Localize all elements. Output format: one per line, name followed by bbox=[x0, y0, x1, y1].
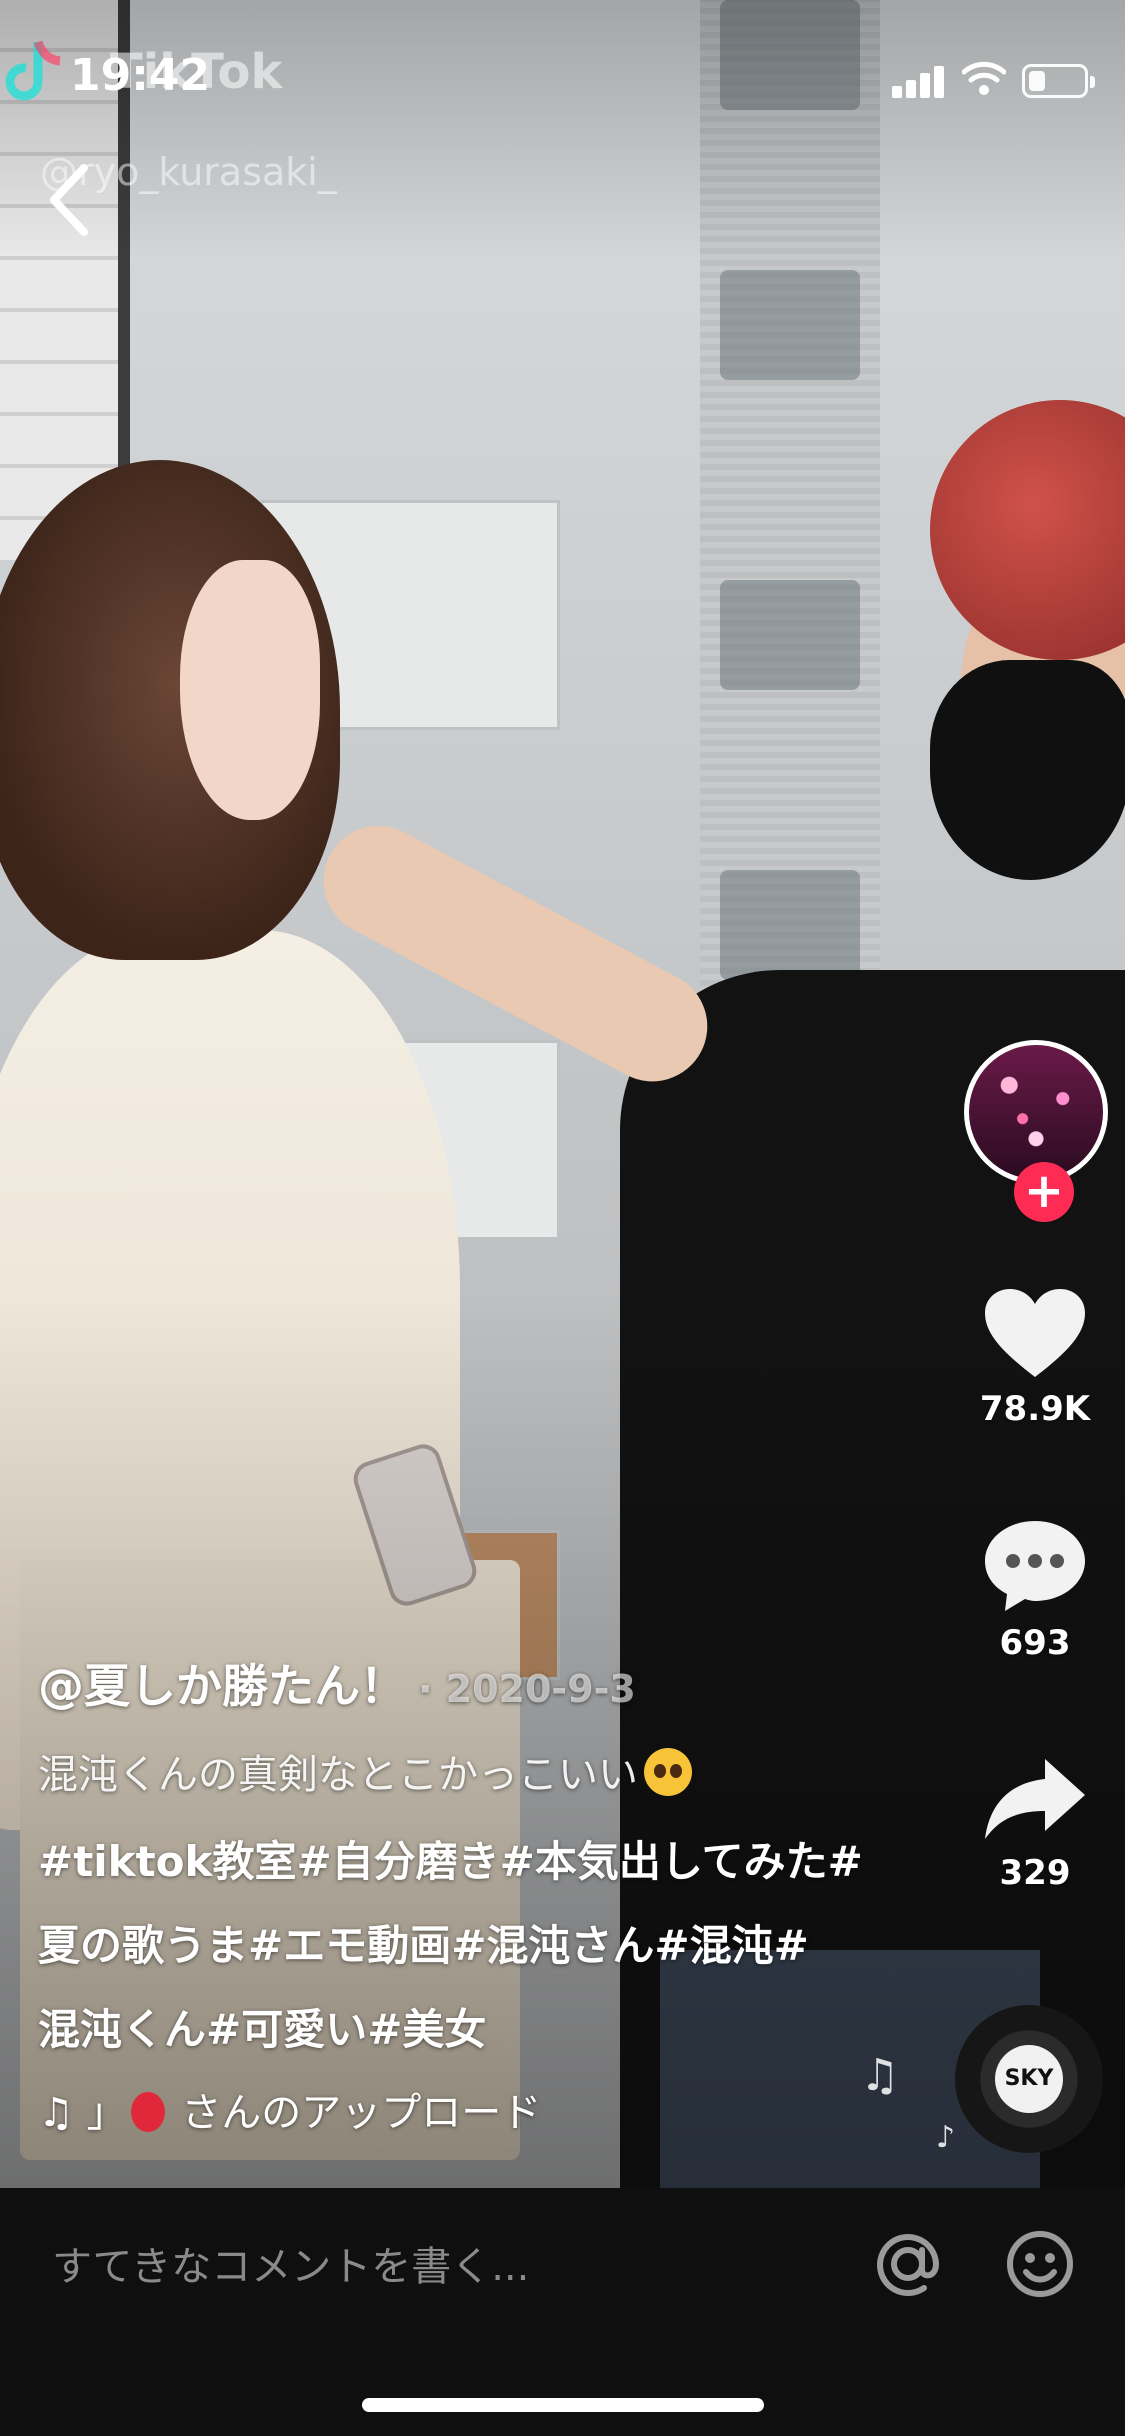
emoji-smiley-icon[interactable] bbox=[1004, 2228, 1076, 2300]
description-text: 混沌くんの真剣なとこかっこいい bbox=[38, 1752, 638, 1798]
disc-label: SKY bbox=[995, 2045, 1063, 2113]
woman-face bbox=[180, 560, 320, 820]
follow-button[interactable]: + bbox=[1014, 1162, 1074, 1222]
sign-glyph bbox=[720, 870, 860, 980]
battery-icon bbox=[1022, 64, 1095, 98]
comment-count: 693 bbox=[999, 1623, 1071, 1663]
music-attribution[interactable]: ♫ 」 さんのアップロード bbox=[38, 2080, 898, 2138]
hashtag-block[interactable]: #tiktok教室#自分磨き#本気出してみた# 夏の歌うま#エモ動画#混沌さん#… bbox=[38, 1820, 898, 2072]
face-mask bbox=[930, 660, 1125, 880]
status-bar: 19:42 bbox=[0, 0, 1125, 140]
comment-bubble-icon bbox=[985, 1521, 1085, 1611]
mention-at-icon[interactable] bbox=[872, 2228, 944, 2300]
share-arrow-icon bbox=[985, 1759, 1085, 1839]
sign-glyph bbox=[720, 580, 860, 690]
video-description: 混沌くんの真剣なとこかっこいい bbox=[38, 1742, 898, 1800]
post-date: · 2020-9-3 bbox=[418, 1667, 636, 1711]
home-indicator[interactable] bbox=[362, 2398, 764, 2412]
heart-icon bbox=[985, 1289, 1085, 1377]
sign-glyph bbox=[720, 270, 860, 380]
share-button[interactable]: 329 bbox=[950, 1755, 1120, 1893]
music-text: さんのアップロード bbox=[181, 2090, 542, 2136]
wifi-icon bbox=[962, 61, 1006, 95]
hashtag-line[interactable]: 混沌くん#可愛い#美女 bbox=[38, 1988, 898, 2072]
status-time: 19:42 bbox=[70, 50, 211, 101]
hashtag-line[interactable]: #tiktok教室#自分磨き#本気出してみた# bbox=[38, 1820, 898, 1904]
floating-music-note-icon: ♪ bbox=[936, 2120, 956, 2155]
music-disc-button[interactable]: SKY bbox=[955, 2005, 1103, 2153]
man-hair bbox=[930, 400, 1125, 660]
comment-bar bbox=[0, 2188, 1125, 2436]
back-chevron-icon[interactable] bbox=[40, 160, 100, 240]
pleading-face-emoji-icon bbox=[644, 1748, 692, 1796]
battery-fill bbox=[1029, 71, 1045, 91]
comment-button[interactable]: 693 bbox=[950, 1515, 1120, 1663]
author-line: @夏しか勝たん！ · 2020-9-3 bbox=[38, 1650, 898, 1716]
comment-input[interactable] bbox=[52, 2232, 812, 2302]
hashtag-line[interactable]: 夏の歌うま#エモ動画#混沌さん#混沌# bbox=[38, 1904, 898, 1988]
author-name-link[interactable]: @夏しか勝たん！ bbox=[38, 1659, 406, 1713]
signal-icon bbox=[892, 66, 946, 98]
like-button[interactable]: 78.9K bbox=[950, 1285, 1120, 1429]
creator-avatar-button[interactable]: + bbox=[964, 1040, 1108, 1222]
balloon-emoji-icon bbox=[130, 2092, 165, 2132]
video-caption: @夏しか勝たん！ · 2020-9-3 混沌くんの真剣なとこかっこいい #tikt… bbox=[38, 1650, 898, 2138]
music-prefix: 」 bbox=[86, 2090, 127, 2136]
share-count: 329 bbox=[999, 1853, 1071, 1893]
music-note-icon: ♫ bbox=[38, 2090, 74, 2136]
like-count: 78.9K bbox=[979, 1389, 1091, 1429]
